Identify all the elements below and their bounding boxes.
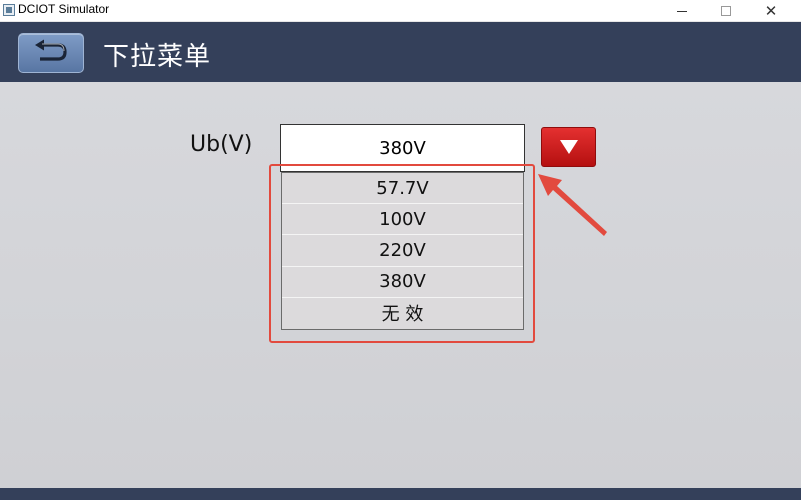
window-title: DCIOT Simulator	[18, 2, 110, 16]
annotation-arrow-icon	[538, 174, 607, 236]
app-header: 下拉菜单	[0, 22, 801, 82]
page-title: 下拉菜单	[103, 42, 212, 72]
app-icon	[3, 4, 15, 16]
back-arrow-icon	[35, 39, 67, 61]
maximize-button[interactable]	[703, 0, 749, 22]
back-button[interactable]	[18, 33, 84, 73]
footer-bar	[0, 488, 801, 500]
minimize-button[interactable]	[659, 0, 705, 22]
close-icon: ✕	[764, 1, 778, 20]
content-area: Ub(V) 380V 57.7V 100V 220V 380V 无 效	[0, 82, 801, 488]
minimize-icon	[677, 10, 687, 12]
window-titlebar: DCIOT Simulator ✕	[0, 0, 801, 22]
maximize-icon	[721, 6, 731, 16]
close-button[interactable]: ✕	[748, 0, 794, 22]
